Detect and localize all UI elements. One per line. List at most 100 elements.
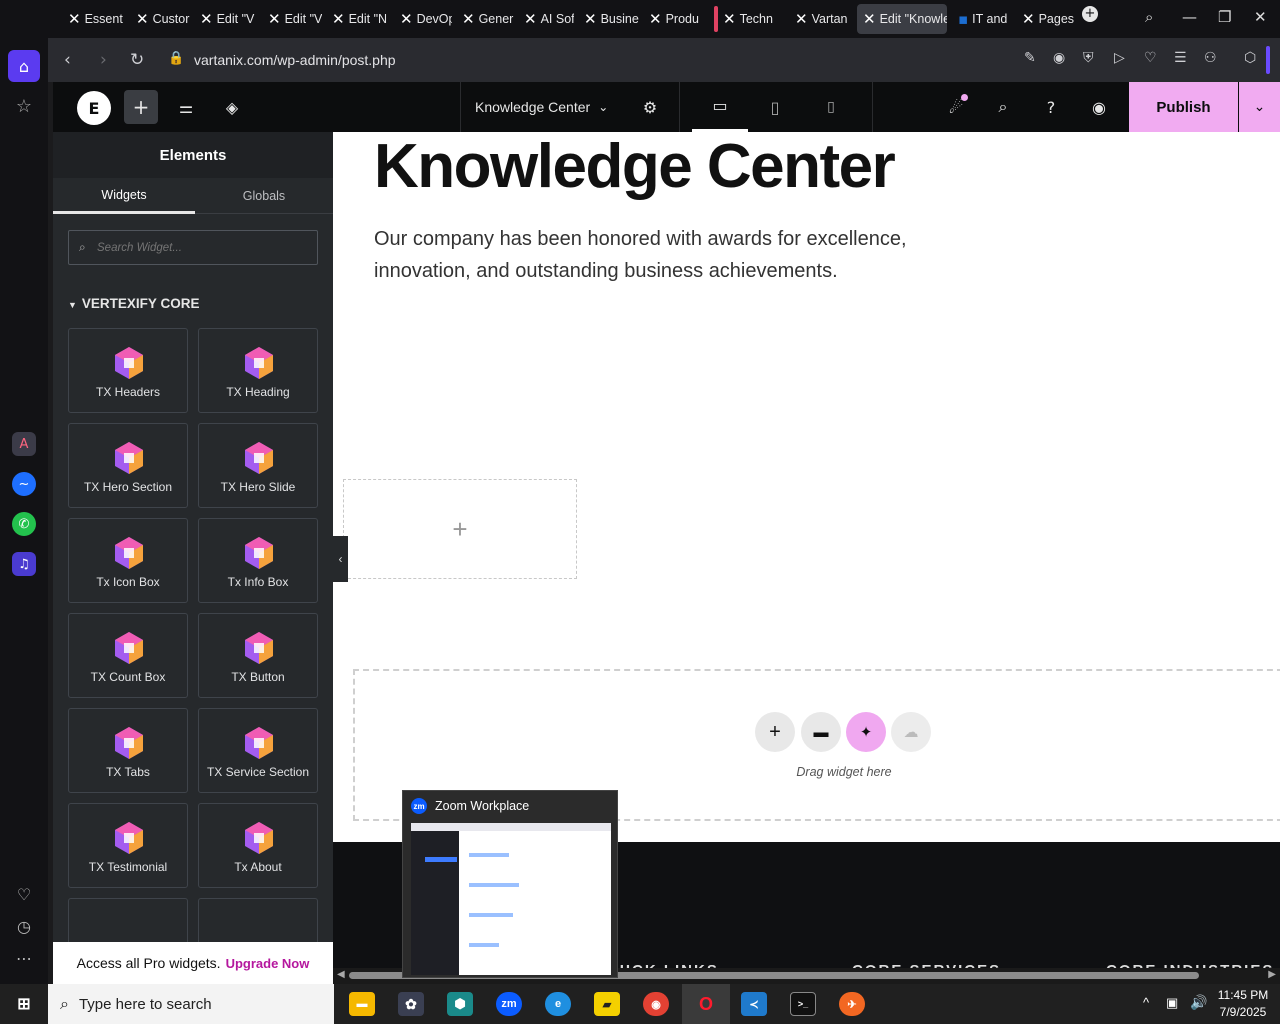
preview-eye-icon[interactable]: ◉ (1084, 82, 1114, 132)
zoom-taskbar-preview[interactable]: zm Zoom Workplace (402, 790, 618, 978)
widget-card[interactable]: TX Hero Slide (198, 423, 318, 508)
file-explorer-icon[interactable]: ▬ (349, 992, 375, 1016)
vpn-shield-icon[interactable]: ⛨ (1083, 50, 1094, 66)
browser-tab[interactable]: ✕ Gener (456, 4, 514, 34)
sticky-notes-icon[interactable]: ▰ (594, 992, 620, 1016)
widget-card[interactable]: TX Heading (198, 328, 318, 413)
bookmark-heart-icon[interactable]: ♡ (1144, 50, 1157, 66)
tab-search-icon[interactable]: ⌕ (1145, 8, 1153, 26)
browser-tab[interactable]: ✕ Edit "V (262, 4, 322, 34)
browser-tab[interactable]: ✕ Vartan (789, 4, 851, 34)
speed-dial-icon[interactable]: ☆ (12, 94, 36, 118)
structure-layers-icon[interactable]: ◈ (217, 82, 247, 132)
search-widget-field[interactable]: ⌕ (68, 230, 318, 265)
new-tab-icon[interactable]: + (1082, 6, 1098, 22)
search-widget-input[interactable] (97, 239, 307, 257)
widget-card[interactable]: TX Button (198, 613, 318, 698)
page-heading[interactable]: Knowledge Center (374, 134, 896, 200)
chrome-icon[interactable]: ◉ (643, 992, 669, 1016)
browser-tab[interactable]: ▪ IT and (952, 4, 1012, 34)
widget-card-partial[interactable] (68, 898, 188, 946)
profile-icon[interactable]: ⚇ (1204, 50, 1217, 66)
browser-tab[interactable]: ✕ AI Sof (518, 4, 574, 34)
reload-icon[interactable]: ↻ (130, 50, 144, 70)
browser-tab[interactable]: ✕ Busine (578, 4, 640, 34)
browser-tab[interactable]: ✕ Produ (643, 4, 703, 34)
widget-card[interactable]: Tx Info Box (198, 518, 318, 603)
site-settings-sliders-icon[interactable]: ⚌ (171, 82, 201, 132)
music-player-icon[interactable]: ♫ (12, 552, 36, 576)
minimize-icon[interactable]: — (1182, 8, 1197, 26)
browser-tab[interactable]: ✕ DevOp (394, 4, 452, 34)
history-icon[interactable]: ◷ (12, 914, 36, 938)
restore-icon[interactable]: ❐ (1218, 8, 1231, 26)
browser-tab[interactable]: ✕ Custor (130, 4, 190, 34)
widget-card[interactable]: TX Testimonial (68, 803, 188, 888)
elementor-logo-icon[interactable]: E (77, 91, 111, 125)
snapshot-icon[interactable]: ◉ (1053, 50, 1065, 66)
tab-widgets[interactable]: Widgets (53, 178, 195, 214)
template-library-folder-icon[interactable]: ▬ (801, 712, 841, 752)
intro-paragraph[interactable]: Our company has been honored with awards… (374, 223, 907, 287)
finder-search-icon[interactable]: ⌕ (988, 82, 1018, 132)
desktop-view-icon[interactable]: ▭ (692, 82, 748, 132)
publish-options-chevron-icon[interactable]: ⌄ (1239, 82, 1280, 132)
postman-icon[interactable]: ✈ (839, 992, 865, 1016)
network-icon[interactable]: ▣ (1166, 995, 1178, 1011)
browser-tab[interactable]: ✕ Edit "Knowle (857, 4, 947, 34)
whatsapp-icon[interactable]: ✆ (12, 512, 36, 536)
edge-icon[interactable]: e (545, 992, 571, 1016)
upgrade-now-link[interactable]: Upgrade Now (226, 956, 310, 971)
taskbar-clock[interactable]: 11:45 PM 7/9/2025 (1214, 987, 1272, 1021)
app-hex-icon[interactable]: ⬢ (447, 992, 473, 1016)
tab-globals[interactable]: Globals (195, 178, 333, 214)
widget-card[interactable]: Tx Icon Box (68, 518, 188, 603)
more-dots-icon[interactable]: ⋯ (12, 946, 36, 970)
browser-tab[interactable]: ✕ Pages (1016, 4, 1078, 34)
widget-card[interactable]: TX Headers (68, 328, 188, 413)
page-settings-gear-icon[interactable]: ⚙ (637, 82, 663, 132)
browser-tab[interactable]: ✕ Edit "V (194, 4, 258, 34)
url-field[interactable]: 🔒 vartanix.com/wp-admin/post.php (168, 44, 1278, 76)
edit-page-icon[interactable]: ✎ (1024, 50, 1036, 66)
widget-card[interactable]: TX Tabs (68, 708, 188, 793)
browser-tab[interactable]: ✕ Techn (717, 4, 785, 34)
widget-card[interactable]: Tx About (198, 803, 318, 888)
messenger-icon[interactable]: ~ (12, 472, 36, 496)
vscode-icon[interactable]: ≺ (741, 992, 767, 1016)
browser-tab[interactable]: ✕ Edit "N (326, 4, 390, 34)
cloud-templates-icon[interactable]: ☁ (891, 712, 931, 752)
easy-setup-icon[interactable]: ☰ (1174, 50, 1187, 66)
tray-overflow-chevron-icon[interactable]: ^ (1143, 995, 1149, 1010)
add-section-plus-icon[interactable]: + (755, 712, 795, 752)
opera-taskbar-button[interactable]: O (682, 984, 730, 1024)
browser-tab[interactable]: ✕ Essent (62, 4, 126, 34)
category-vertexify-core[interactable]: ▼ VERTEXIFY CORE (68, 296, 199, 311)
add-element-icon[interactable]: + (124, 90, 158, 124)
widget-card[interactable]: TX Count Box (68, 613, 188, 698)
forward-icon[interactable]: › (100, 50, 107, 70)
volume-icon[interactable]: 🔊 (1190, 994, 1207, 1011)
windows-start-icon[interactable]: ⊞ (11, 992, 37, 1016)
page-name-dropdown[interactable]: Knowledge Center ⌄ (475, 82, 620, 132)
notifications-rocket-icon[interactable]: ☄ (941, 82, 971, 132)
aria-icon[interactable]: A (12, 432, 36, 456)
empty-column-add-icon[interactable]: + (343, 479, 577, 579)
scroll-right-arrow-icon[interactable]: ▶ (1268, 969, 1276, 980)
ai-sparkle-icon[interactable]: ✦ (846, 712, 886, 752)
publish-button[interactable]: Publish (1129, 82, 1238, 132)
widget-card[interactable]: TX Hero Section (68, 423, 188, 508)
send-icon[interactable]: ▷ (1114, 50, 1125, 66)
extensions-icon[interactable]: ⬡ (1244, 50, 1256, 66)
favorites-heart-icon[interactable]: ♡ (12, 882, 36, 906)
widget-card[interactable]: TX Service Section (198, 708, 318, 793)
home-icon[interactable]: ⌂ (8, 50, 40, 82)
back-icon[interactable]: ‹ (64, 50, 71, 70)
terminal-icon[interactable]: >_ (790, 992, 816, 1016)
close-window-icon[interactable]: ✕ (1254, 8, 1267, 26)
help-icon[interactable]: ? (1036, 82, 1066, 132)
collapse-panel-chevron-icon[interactable]: ‹ (333, 536, 348, 582)
scroll-left-arrow-icon[interactable]: ◀ (337, 969, 345, 980)
paint-app-icon[interactable]: ✿ (398, 992, 424, 1016)
mobile-view-icon[interactable]: ▯ (816, 82, 846, 132)
